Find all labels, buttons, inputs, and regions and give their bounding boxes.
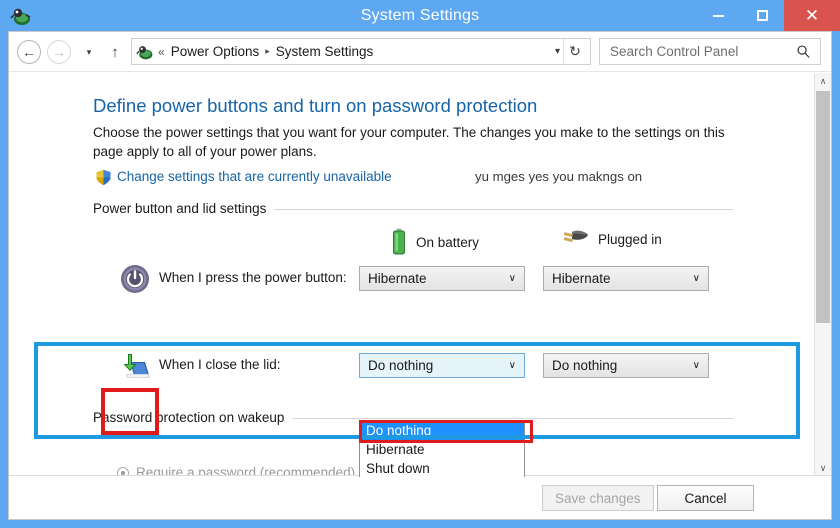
group-divider <box>274 209 733 210</box>
chevron-down-icon: ∨ <box>693 354 700 377</box>
search-box[interactable] <box>599 38 821 65</box>
close-icon: ✕ <box>805 7 819 24</box>
chevron-down-icon: ∨ <box>820 463 827 474</box>
forward-button[interactable]: → <box>47 40 71 64</box>
dropdown-option-do-nothing[interactable]: Do nothing <box>360 421 524 440</box>
scrollbar-thumb[interactable] <box>816 91 830 323</box>
group-divider <box>292 418 733 419</box>
search-input[interactable] <box>608 43 796 60</box>
save-changes-button[interactable]: Save changes <box>542 485 654 511</box>
breadcrumb-power-options[interactable]: Power Options <box>171 44 260 59</box>
cancel-button[interactable]: Cancel <box>657 485 754 511</box>
setting-label-power-button: When I press the power button: <box>159 270 347 285</box>
close-button[interactable]: ✕ <box>784 0 840 31</box>
column-label-plugged-in: Plugged in <box>598 232 662 247</box>
change-unavailable-settings-link[interactable]: Change settings that are currently unava… <box>117 169 392 184</box>
system-settings-window: System Settings ✕ ← → ▾ <box>0 0 840 528</box>
dropdown-option-shut-down[interactable]: Shut down <box>360 459 524 477</box>
chevron-up-icon: ∧ <box>820 76 827 87</box>
dialog-footer: Save changes Cancel <box>9 475 831 519</box>
setting-label-close-lid: When I close the lid: <box>159 357 281 372</box>
chevron-down-icon: ▾ <box>87 47 92 58</box>
laptop-lid-icon <box>119 350 151 382</box>
power-options-icon <box>136 43 154 61</box>
page-description: Choose the power settings that you want … <box>93 123 733 161</box>
overlay-note-text: yu mges yes you makngs on <box>475 169 642 184</box>
search-icon <box>796 44 811 59</box>
power-button-icon <box>119 263 151 295</box>
arrow-up-icon: ↑ <box>111 44 119 61</box>
up-one-level-button[interactable]: ↑ <box>104 40 126 64</box>
combo-power-button-plugged-in[interactable]: Hibernate ∨ <box>543 266 709 291</box>
address-bar[interactable]: « Power Options ▸ System Settings ▾ ↻ <box>131 38 591 65</box>
chevron-down-icon: ∨ <box>509 267 516 290</box>
combo-value: Hibernate <box>368 271 427 286</box>
address-dropdown-button[interactable]: ▾ <box>555 39 560 64</box>
refresh-icon: ↻ <box>569 43 581 60</box>
setting-row-close-lid: When I close the lid: Do nothing ∨ Do no… <box>9 350 814 382</box>
combo-close-lid-on-battery[interactable]: Do nothing ∨ <box>359 353 525 378</box>
dropdown-option-hibernate[interactable]: Hibernate <box>360 440 524 459</box>
power-lid-group-label: Power button and lid settings <box>93 201 266 216</box>
combo-value: Do nothing <box>552 358 617 373</box>
dropdown-list-close-lid[interactable]: Do nothing Hibernate Shut down <box>359 420 525 477</box>
chevron-down-icon: ∨ <box>509 354 516 377</box>
forward-arrow-icon: → <box>52 44 66 60</box>
combo-value: Do nothing <box>368 358 433 373</box>
recent-pages-button[interactable]: ▾ <box>79 40 99 64</box>
combo-power-button-on-battery[interactable]: Hibernate ∨ <box>359 266 525 291</box>
content-scrollbar[interactable]: ∧ ∨ <box>814 73 831 477</box>
column-label-on-battery: On battery <box>416 235 479 250</box>
password-group-label: Password protection on wakeup <box>93 410 284 425</box>
content-area: Define power buttons and turn on passwor… <box>9 73 814 477</box>
battery-icon <box>391 228 407 256</box>
window-controls: ✕ <box>696 0 840 31</box>
column-header-on-battery: On battery <box>391 228 479 256</box>
scroll-up-button[interactable]: ∧ <box>815 73 831 90</box>
refresh-button[interactable]: ↻ <box>563 39 586 64</box>
minimize-button[interactable] <box>696 0 740 31</box>
setting-row-power-button: When I press the power button: Hibernate… <box>9 263 814 295</box>
power-lid-group-header: Power button and lid settings <box>93 200 733 216</box>
back-arrow-icon: ← <box>22 44 36 60</box>
power-plug-icon <box>561 228 589 250</box>
window-titlebar: System Settings ✕ <box>0 0 840 31</box>
combo-close-lid-plugged-in[interactable]: Do nothing ∨ <box>543 353 709 378</box>
shield-icon <box>95 169 112 186</box>
breadcrumb-separator-icon: ▸ <box>265 46 270 57</box>
combo-value: Hibernate <box>552 271 611 286</box>
column-header-plugged-in: Plugged in <box>561 228 662 250</box>
back-button[interactable]: ← <box>17 40 41 64</box>
maximize-button[interactable] <box>740 0 784 31</box>
navigation-bar: ← → ▾ ↑ « Power Options <box>9 32 831 72</box>
maximize-icon <box>757 10 768 21</box>
breadcrumb-overflow-icon[interactable]: « <box>158 45 165 59</box>
breadcrumb-system-settings[interactable]: System Settings <box>276 44 374 59</box>
chevron-down-icon: ▾ <box>555 46 560 57</box>
window-body: ← → ▾ ↑ « Power Options <box>8 31 832 520</box>
page-title: Define power buttons and turn on passwor… <box>93 95 537 117</box>
minimize-icon <box>713 15 724 17</box>
chevron-down-icon: ∨ <box>693 267 700 290</box>
